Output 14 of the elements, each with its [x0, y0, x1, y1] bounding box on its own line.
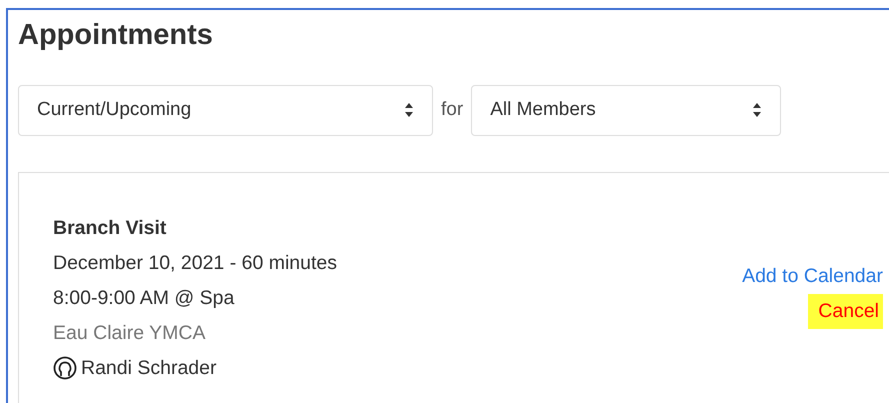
select-arrows-icon — [752, 102, 762, 118]
appointment-time: 8:00-9:00 AM @ Spa — [53, 286, 236, 311]
dropdown-select[interactable]: Current/Upcoming — [18, 84, 433, 136]
cancel-link[interactable]: Cancel — [808, 294, 883, 329]
select-arrows-icon — [404, 102, 414, 118]
for-label: for — [441, 98, 464, 122]
dropdown-select[interactable]: All Members — [471, 84, 782, 136]
appointment-date: December 10, 2021 - 60 minutes — [53, 250, 337, 276]
person-icon — [53, 356, 77, 380]
page-title: Appointments — [18, 18, 214, 53]
appointment-name: Branch Visit — [53, 216, 168, 241]
person-name: Randi Schrader — [81, 356, 216, 381]
appointment-location: Eau Claire YMCA — [53, 320, 206, 346]
calendar-link[interactable]: Add to Calendar — [742, 258, 883, 294]
